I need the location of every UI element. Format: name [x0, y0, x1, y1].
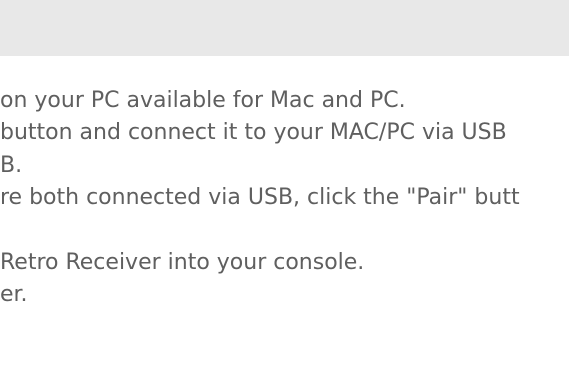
instruction-line-7: er.	[0, 282, 28, 307]
instruction-line-1: on your PC available for Mac and PC.	[0, 88, 406, 113]
instructions-content: on your PC available for Mac and PC. but…	[0, 56, 569, 366]
instruction-line-3: B.	[0, 153, 23, 178]
instruction-line-2: button and connect it to your MAC/PC via…	[0, 120, 507, 145]
instruction-line-6: Retro Receiver into your console.	[0, 250, 365, 275]
top-bar	[0, 0, 569, 56]
instruction-line-4: re both connected via USB, click the "Pa…	[0, 185, 520, 210]
